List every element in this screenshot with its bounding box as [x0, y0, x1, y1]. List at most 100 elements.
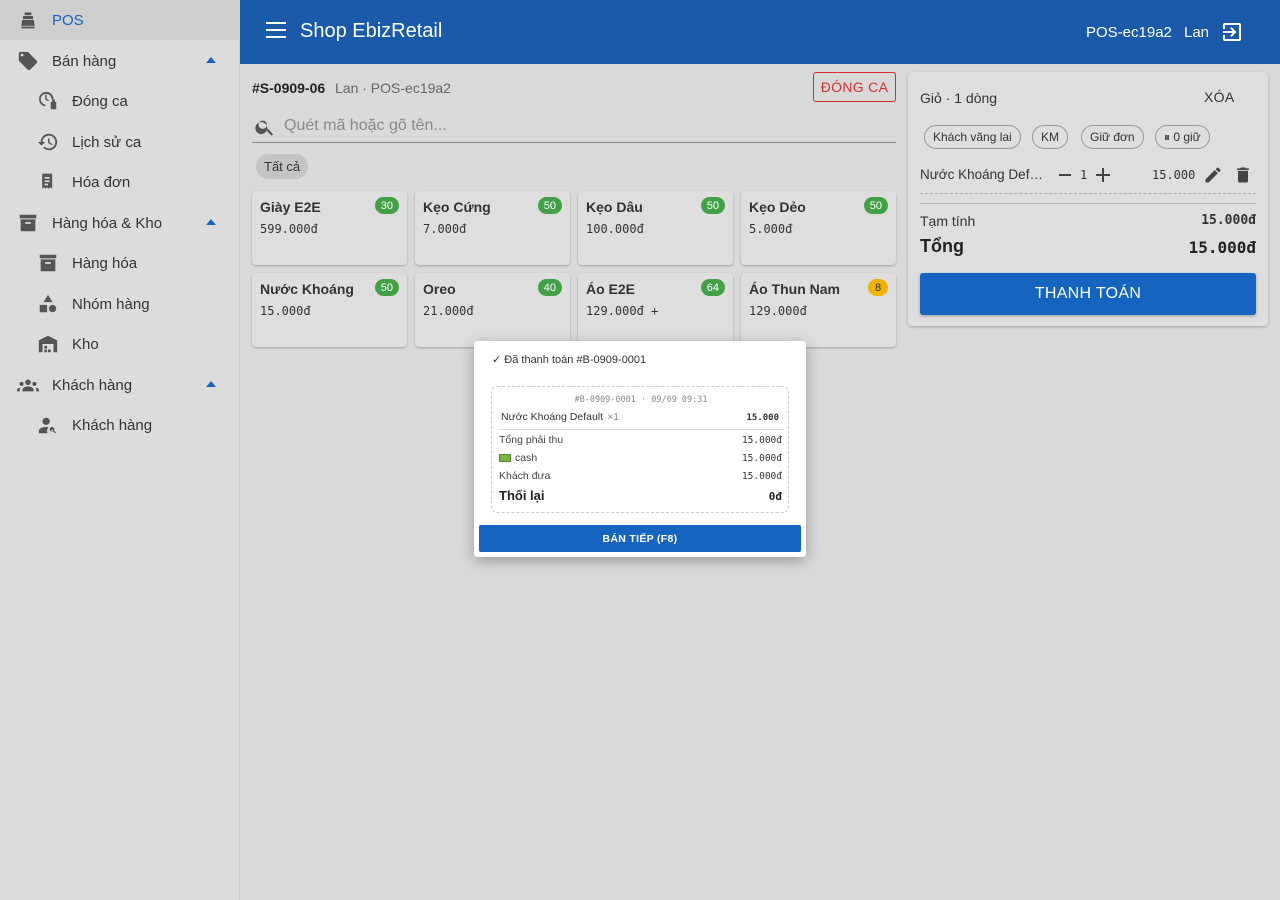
sidebar-item-hoa-don[interactable]: Hóa đơn — [0, 162, 240, 202]
product-card[interactable]: Kẹo Cứng 50 7.000đ — [415, 191, 570, 265]
sidebar-item-label: Hàng hóa & Kho — [52, 214, 163, 232]
product-card[interactable]: Áo Thun Nam 8 129.000đ — [741, 273, 896, 347]
dialog-title: ✓ Đã thanh toán #B-0909-0001 — [492, 354, 647, 366]
stock-badge: 50 — [537, 197, 562, 214]
filter-chip-all[interactable]: Tất cả — [256, 154, 309, 179]
search-input[interactable] — [284, 114, 884, 138]
receipt-row-value: 15.000đ — [741, 453, 782, 464]
sidebar-item-label: Lịch sử ca — [72, 133, 142, 151]
customer-chip[interactable]: Khách vãng lai — [924, 125, 1021, 149]
sidebar-item-label: Hóa đơn — [72, 173, 131, 191]
delete-icon[interactable] — [1233, 165, 1253, 185]
product-price: 129.000đ — [749, 304, 807, 318]
cart-line-name: Nước Khoáng Default — [920, 167, 1050, 182]
product-card[interactable]: Kẹo Dẻo 50 5.000đ — [741, 191, 896, 265]
product-price: 129.000đ + — [586, 304, 659, 318]
receipt: #B-0909-0001 · 09/09 09:31 Nước Khoáng D… — [491, 386, 789, 513]
product-card[interactable]: Áo E2E 64 129.000đ + — [578, 273, 733, 347]
stock-badge: 30 — [374, 197, 399, 214]
cash-icon — [499, 454, 511, 462]
product-price: 599.000đ — [260, 222, 318, 236]
change-value: 0đ — [768, 490, 782, 503]
product-price: 21.000đ — [423, 304, 474, 318]
product-price: 15.000đ — [260, 304, 311, 318]
receipt-item: Nước Khoáng Default ×1 — [501, 411, 619, 423]
product-name: Nước Khoáng — [260, 281, 354, 297]
sidebar-item-pos[interactable]: POS — [0, 0, 240, 40]
receipt-icon — [36, 170, 60, 194]
product-name: Kẹo Cứng — [423, 199, 491, 215]
sidebar-item-label: Nhóm hàng — [72, 295, 150, 313]
edit-icon[interactable] — [1203, 165, 1223, 185]
product-price: 100.000đ — [586, 222, 644, 236]
stock-badge: 40 — [537, 279, 562, 296]
history-icon — [36, 130, 60, 154]
hold-order-chip[interactable]: Giữ đơn — [1081, 125, 1144, 149]
payment-success-dialog: ✓ Đã thanh toán #B-0909-0001 #B-0909-000… — [474, 341, 806, 557]
archive-icon — [36, 251, 60, 275]
divider — [920, 203, 1256, 204]
archive-icon — [16, 211, 40, 235]
divider — [498, 429, 784, 430]
stock-badge: 50 — [700, 197, 725, 214]
sidebar-item-hang-hoa[interactable]: Hàng hóa — [0, 243, 240, 283]
product-price: 7.000đ — [423, 222, 467, 236]
sidebar-item-label: Đóng ca — [72, 92, 128, 110]
change-label: Thối lại — [499, 488, 545, 503]
sidebar-item-label: Hàng hóa — [72, 254, 138, 272]
sidebar-item-khach-hang[interactable]: Khách hàng — [0, 365, 240, 405]
product-name: Áo Thun Nam — [749, 281, 840, 297]
plus-icon[interactable] — [1096, 168, 1110, 182]
sidebar-item-khach-hang-list[interactable]: Khách hàng — [0, 405, 240, 445]
stock-badge: 50 — [374, 279, 399, 296]
receipt-row-label: cash — [515, 452, 538, 464]
minus-icon[interactable] — [1059, 174, 1071, 176]
receipt-item-price: 15.000 — [746, 413, 779, 423]
cart-line-qty: 1 — [1080, 168, 1088, 182]
sale-meta: Lan · POS-ec19a2 — [335, 80, 451, 96]
subtotal-label: Tạm tính — [920, 213, 976, 229]
sidebar-item-nhom-hang[interactable]: Nhóm hàng — [0, 284, 240, 324]
receipt-row-payment: cash — [499, 452, 537, 464]
sidebar-item-dong-ca[interactable]: Đóng ca — [0, 81, 240, 121]
product-price: 5.000đ — [749, 222, 793, 236]
sidebar-item-label: Khách hàng — [52, 376, 133, 394]
receipt-row-value: 15.000đ — [741, 471, 782, 482]
sidebar-item-lich-su-ca[interactable]: Lịch sử ca — [0, 122, 240, 162]
pos-id: POS-ec19a2 — [1086, 24, 1172, 41]
sidebar-item-label: POS — [52, 11, 84, 29]
sidebar-item-label: Kho — [72, 335, 99, 353]
sidebar-item-label: Bán hàng — [52, 52, 117, 70]
product-name: Kẹo Dâu — [586, 199, 643, 215]
promo-chip[interactable]: KM — [1032, 125, 1068, 149]
chevron-up-icon — [206, 219, 216, 225]
sidebar: POS Bán hàng Đóng ca Lịch sử ca Hóa đơn … — [0, 0, 240, 900]
app-title: Shop EbizRetail — [300, 20, 443, 42]
chevron-up-icon — [206, 57, 216, 63]
cart-panel: Giỏ · 1 dòng XÓA Khách vãng lai KM Giữ đ… — [908, 72, 1268, 326]
logout-icon[interactable] — [1220, 20, 1244, 44]
total-value: 15.000đ — [1188, 238, 1256, 257]
product-card[interactable]: Nước Khoáng 50 15.000đ — [252, 273, 407, 347]
product-card[interactable]: Giày E2E 30 599.000đ — [252, 191, 407, 265]
receipt-row-label: Khách đưa — [499, 470, 551, 482]
close-shift-button[interactable]: ĐÓNG CA — [813, 72, 896, 102]
continue-selling-button[interactable]: BÁN TIẾP (F8) — [479, 525, 801, 552]
sidebar-item-ban-hang[interactable]: Bán hàng — [0, 41, 240, 81]
product-card[interactable]: Kẹo Dâu 50 100.000đ — [578, 191, 733, 265]
receipt-row-label: Tổng phải thu — [499, 434, 564, 446]
receipt-item-name: Nước Khoáng Default — [501, 411, 604, 423]
sidebar-item-kho[interactable]: Kho — [0, 324, 240, 364]
clear-cart-button[interactable]: XÓA — [1204, 89, 1234, 105]
stock-badge: 8 — [868, 279, 888, 296]
menu-icon[interactable] — [266, 22, 286, 42]
person-search-icon — [36, 413, 60, 437]
total-label: Tổng — [920, 236, 964, 256]
held-orders-chip[interactable]: ⏸ 0 giữ — [1155, 125, 1210, 149]
receipt-row-value: 15.000đ — [741, 435, 782, 446]
search-bar — [252, 110, 896, 143]
product-card[interactable]: Oreo 40 21.000đ — [415, 273, 570, 347]
sale-id: #S-0909-06 — [252, 80, 326, 96]
pay-button[interactable]: THANH TOÁN — [920, 273, 1256, 315]
sidebar-item-hang-hoa-kho[interactable]: Hàng hóa & Kho — [0, 203, 240, 243]
